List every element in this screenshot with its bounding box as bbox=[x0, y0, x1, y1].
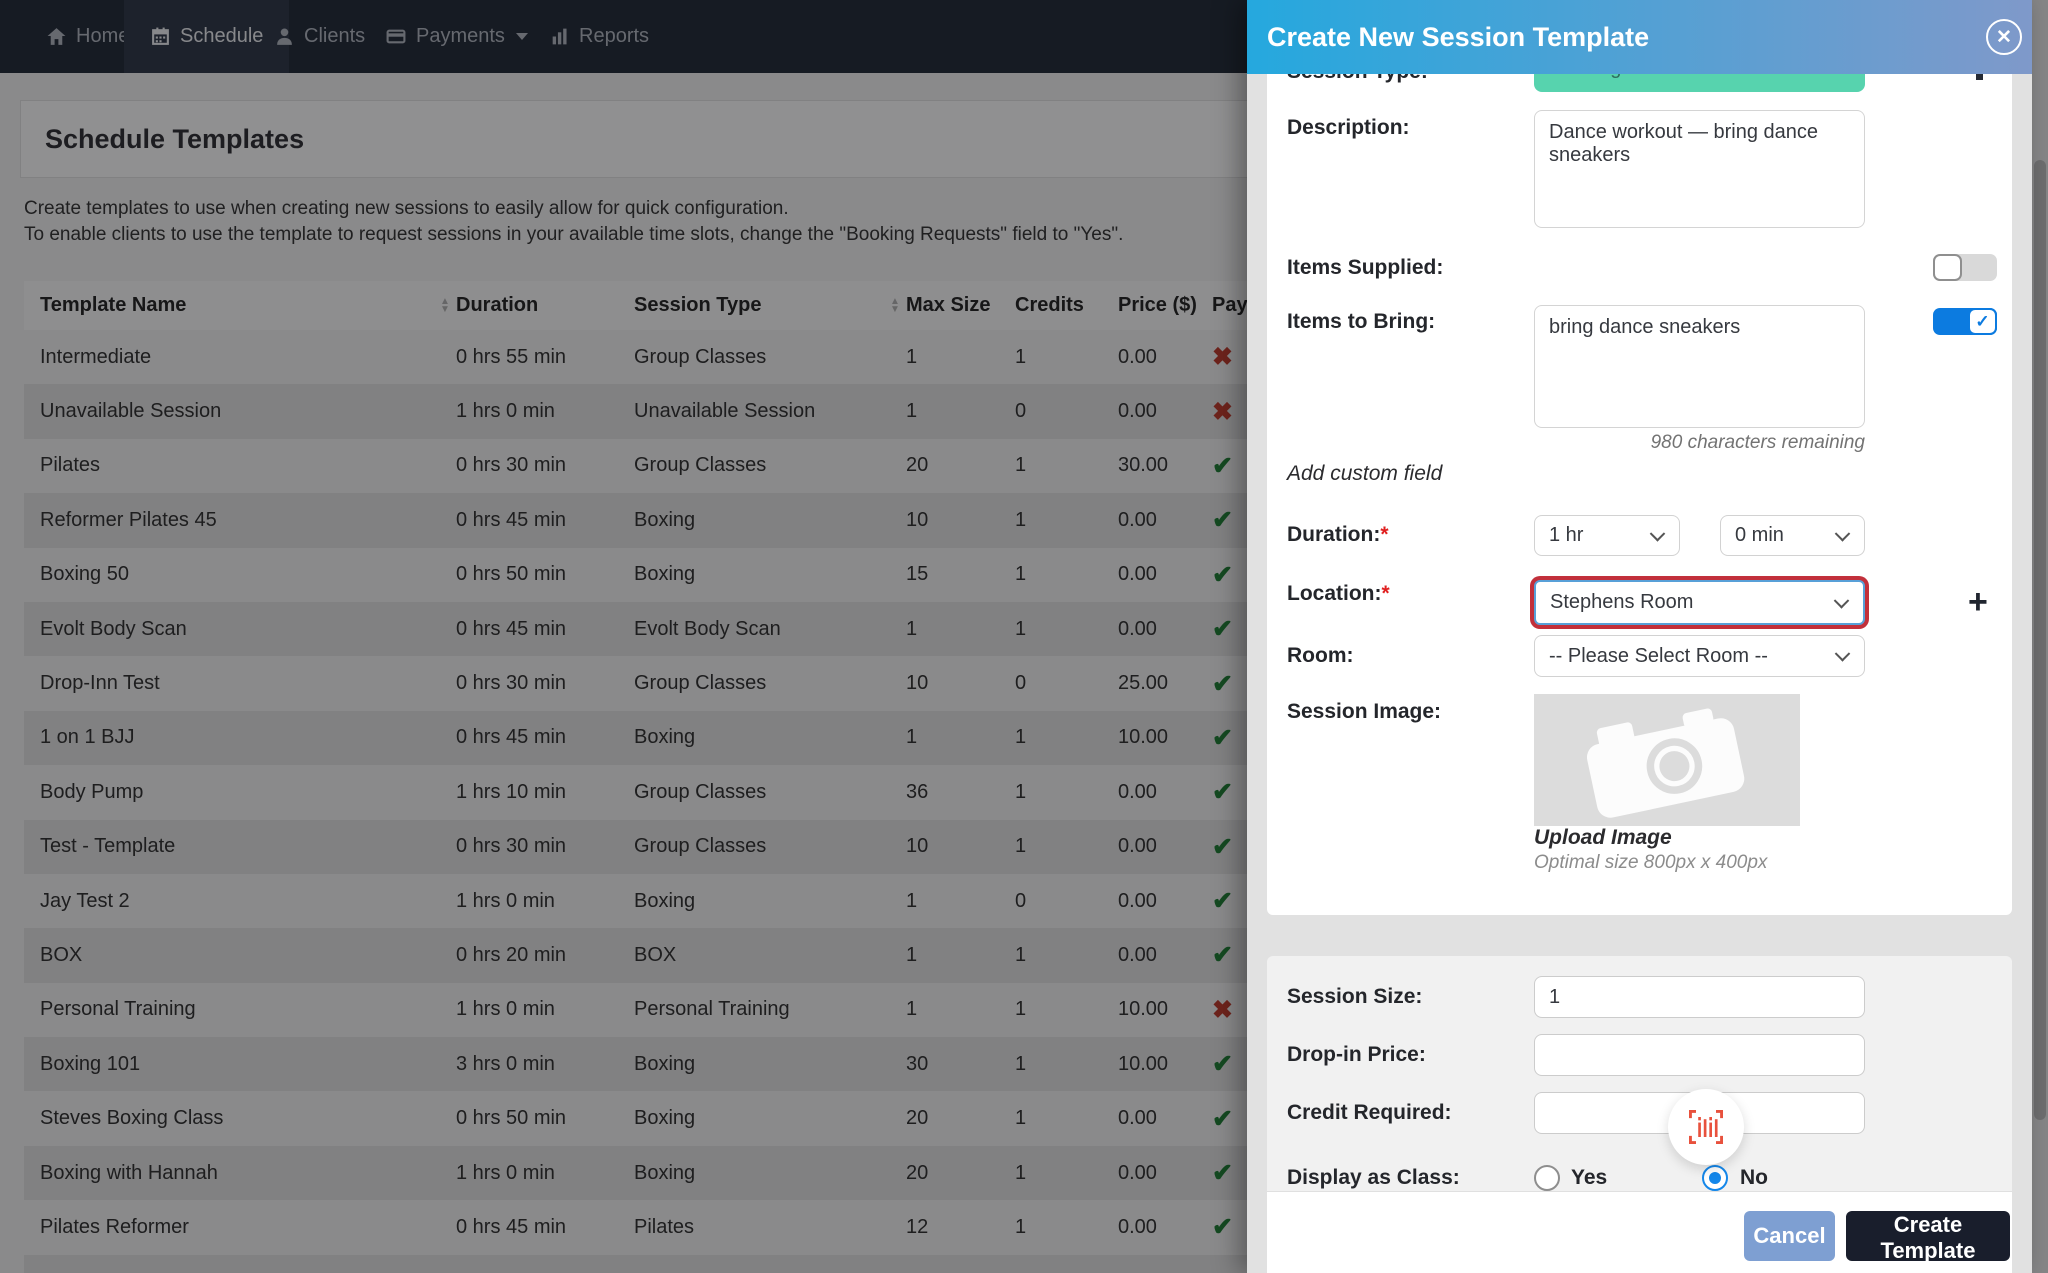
cancel-button[interactable]: Cancel bbox=[1744, 1211, 1835, 1261]
loading-spinner bbox=[1668, 1089, 1744, 1165]
radio-yes-label: Yes bbox=[1571, 1166, 1607, 1190]
display-as-class-no-radio[interactable] bbox=[1702, 1165, 1728, 1191]
display-as-class-label: Display as Class: bbox=[1287, 1166, 1460, 1190]
session-image-label: Session Image: bbox=[1287, 700, 1441, 724]
duration-label: Duration:* bbox=[1287, 523, 1389, 547]
radio-no-label: No bbox=[1740, 1166, 1768, 1190]
items-supplied-label: Items Supplied: bbox=[1287, 256, 1443, 280]
chars-remaining-note: 980 characters remaining bbox=[1534, 432, 1865, 454]
add-session-type-icon-clipped[interactable] bbox=[1976, 74, 1983, 80]
room-select[interactable]: -- Please Select Room -- bbox=[1534, 635, 1865, 677]
close-icon[interactable]: ✕ bbox=[1986, 19, 2022, 55]
items-supplied-toggle[interactable] bbox=[1933, 254, 1997, 281]
location-select[interactable]: Stephens Room bbox=[1534, 580, 1865, 625]
add-custom-field-link[interactable]: Add custom field bbox=[1287, 462, 1442, 486]
session-size-label: Session Size: bbox=[1287, 985, 1422, 1009]
duration-hours-select[interactable]: 1 hr bbox=[1534, 515, 1680, 556]
chevron-down-icon bbox=[1834, 593, 1850, 609]
drop-in-price-input[interactable] bbox=[1534, 1034, 1865, 1076]
description-label: Description: bbox=[1287, 116, 1410, 140]
duration-minutes-select[interactable]: 0 min bbox=[1720, 515, 1865, 556]
create-session-template-modal: Session Type: Dancing Description: Dance… bbox=[1247, 0, 2032, 1273]
barcode-scan-icon bbox=[1686, 1108, 1726, 1146]
display-as-class-yes-radio[interactable] bbox=[1534, 1165, 1560, 1191]
items-to-bring-toggle[interactable]: ✓ bbox=[1933, 308, 1997, 335]
upload-image-link[interactable]: Upload Image bbox=[1534, 826, 1672, 850]
items-to-bring-textarea[interactable]: bring dance sneakers bbox=[1534, 305, 1865, 428]
toggle-knob bbox=[1933, 254, 1962, 281]
drop-in-price-label: Drop-in Price: bbox=[1287, 1043, 1426, 1067]
session-size-input[interactable] bbox=[1534, 976, 1865, 1018]
chevron-down-icon bbox=[1650, 526, 1666, 542]
credit-required-label: Credit Required: bbox=[1287, 1101, 1452, 1125]
items-to-bring-label: Items to Bring: bbox=[1287, 310, 1435, 334]
toggle-knob-check: ✓ bbox=[1968, 308, 1997, 335]
chevron-down-icon bbox=[1835, 526, 1851, 542]
chevron-down-icon bbox=[1835, 646, 1851, 662]
description-textarea[interactable]: Dance workout — bring dance sneakers bbox=[1534, 110, 1865, 228]
add-location-button[interactable]: + bbox=[1968, 585, 1988, 619]
modal-title: Create New Session Template bbox=[1267, 0, 1649, 74]
create-template-button[interactable]: Create Template bbox=[1846, 1211, 2010, 1261]
location-label: Location:* bbox=[1287, 582, 1390, 606]
optimal-size-hint: Optimal size 800px x 400px bbox=[1534, 852, 1767, 874]
app-window: HomeScheduleClientsPaymentsReports Sched… bbox=[0, 0, 2048, 1273]
room-label: Room: bbox=[1287, 644, 1354, 668]
camera-icon bbox=[1562, 694, 1773, 826]
modal-header: Create New Session Template ✕ bbox=[1247, 0, 2032, 74]
session-image-placeholder bbox=[1534, 694, 1800, 826]
